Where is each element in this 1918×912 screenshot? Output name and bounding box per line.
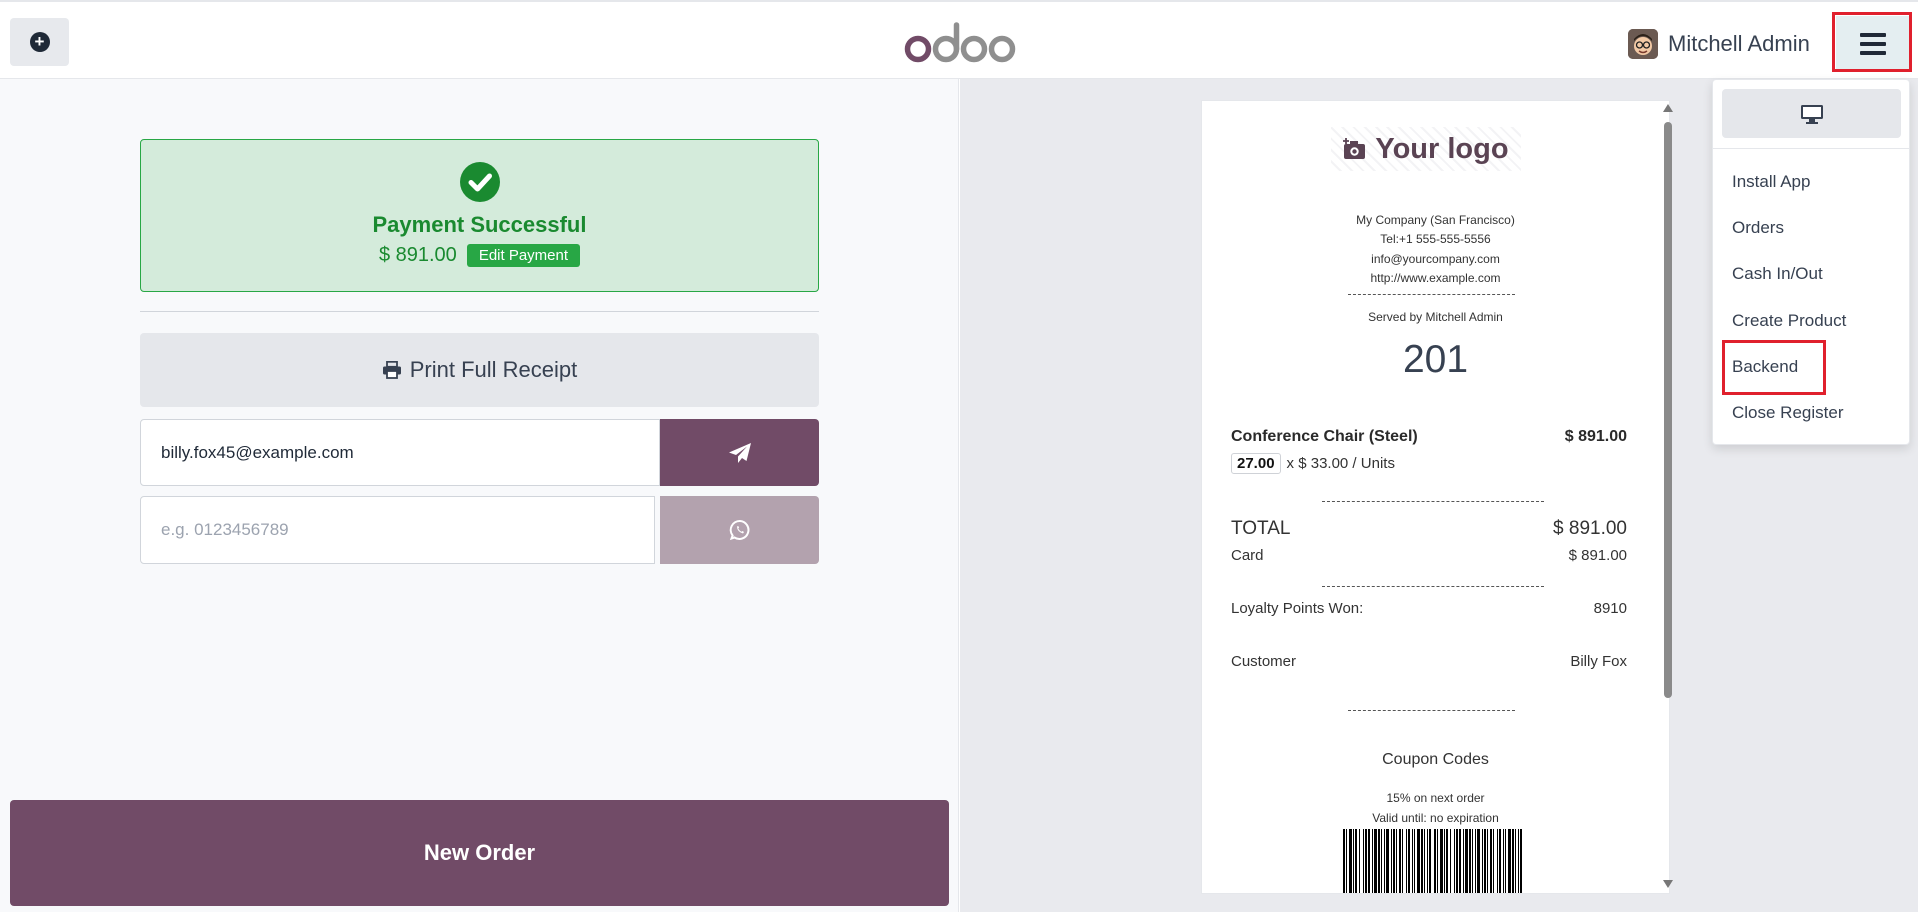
whatsapp-icon — [729, 519, 749, 541]
scroll-down-icon[interactable] — [1663, 880, 1673, 888]
whatsapp-send-button[interactable] — [660, 496, 819, 564]
user-name: Mitchell Admin — [1668, 31, 1810, 56]
camera-icon — [1343, 138, 1366, 159]
order-line-detail: 27.00 x $ 33.00 / Units — [1231, 453, 1627, 474]
coupon-validity: Valid until: no expiration — [1372, 811, 1499, 825]
ticket-number: 201 — [1402, 338, 1469, 381]
menu-item-close-register[interactable]: Close Register — [1732, 403, 1844, 423]
payment-value: $ 891.00 — [1568, 547, 1627, 564]
total-value: $ 891.00 — [1553, 518, 1627, 539]
paid-amount: $ 891.00 — [378, 244, 457, 266]
payment-row: Card $ 891.00 — [1231, 547, 1627, 564]
payment-success-card: Payment Successful $ 891.00 Edit Payment — [140, 139, 819, 292]
scroll-thumb[interactable] — [1664, 122, 1672, 698]
receipt-divider — [1322, 501, 1544, 502]
customer-display-button[interactable] — [1722, 89, 1901, 138]
print-receipt-button[interactable]: Print Full Receipt — [140, 333, 819, 407]
payment-method: Card — [1231, 547, 1264, 564]
send-email-button[interactable] — [660, 419, 819, 486]
coupon-description: 15% on next order — [1386, 791, 1485, 805]
menu-item-cash-in-out[interactable]: Cash In/Out — [1732, 264, 1823, 284]
avatar — [1628, 29, 1658, 59]
divider — [140, 311, 819, 312]
order-line: Conference Chair (Steel) $ 891.00 — [1231, 428, 1627, 446]
odoo-logo — [904, 22, 1016, 63]
menu-item-backend[interactable]: Backend — [1732, 357, 1798, 377]
loyalty-label: Loyalty Points Won: — [1231, 600, 1364, 617]
loyalty-row: Loyalty Points Won: 8910 — [1231, 600, 1627, 617]
main-menu-dropdown: Install App Orders Cash In/Out Create Pr… — [1712, 79, 1910, 445]
printer-icon — [382, 361, 401, 379]
line-unit-price: x $ 33.00 / Units — [1286, 455, 1395, 472]
receipt-divider — [1348, 710, 1515, 711]
customer-row: Customer Billy Fox — [1231, 653, 1627, 670]
receipt-divider — [1348, 294, 1515, 295]
new-order-button[interactable]: New Order — [10, 800, 949, 906]
customer-value: Billy Fox — [1570, 653, 1627, 670]
top-bar: + Mitchell Admin — [0, 0, 1918, 79]
paper-plane-icon — [728, 442, 751, 463]
total-row: TOTAL $ 891.00 — [1231, 518, 1627, 540]
phone-field[interactable]: e.g. 0123456789 — [140, 496, 655, 564]
menu-item-create-product[interactable]: Create Product — [1732, 311, 1846, 331]
line-price: $ 891.00 — [1564, 428, 1627, 445]
company-website: http://www.example.com — [1370, 271, 1501, 285]
loyalty-value: 8910 — [1593, 600, 1627, 617]
coupon-title: Coupon Codes — [1382, 751, 1489, 768]
print-receipt-label: Print Full Receipt — [409, 357, 578, 382]
edit-payment-button[interactable]: Edit Payment — [466, 244, 581, 267]
desktop-icon — [1800, 104, 1823, 124]
receipt-logo[interactable]: Your logo — [1331, 127, 1521, 171]
add-button[interactable]: + — [10, 18, 69, 66]
company-email: info@yourcompany.com — [1371, 252, 1500, 266]
line-quantity: 27.00 — [1231, 453, 1281, 474]
receipt-scrollbar[interactable] — [1661, 100, 1675, 896]
scroll-up-icon[interactable] — [1663, 104, 1673, 112]
menu-item-install-app[interactable]: Install App — [1732, 172, 1810, 192]
product-name: Conference Chair (Steel) — [1231, 428, 1418, 445]
menu-item-orders[interactable]: Orders — [1732, 218, 1784, 238]
coupon-barcode — [1343, 829, 1523, 893]
check-circle-icon — [460, 162, 500, 202]
company-phone: Tel:+1 555-555-5556 — [1380, 232, 1491, 246]
receipt-divider — [1322, 586, 1544, 587]
customer-label: Customer — [1231, 653, 1297, 670]
payment-screen: Payment Successful $ 891.00 Edit Payment… — [0, 79, 959, 912]
email-field[interactable]: billy.fox45@example.com — [140, 419, 660, 486]
receipt: Your logo My Company (San Francisco) Tel… — [1201, 100, 1670, 894]
menu-separator — [1713, 148, 1909, 149]
company-name: My Company (San Francisco) — [1356, 213, 1515, 227]
served-by: Served by Mitchell Admin — [1368, 310, 1503, 324]
total-label: TOTAL — [1231, 518, 1291, 539]
main-menu-button[interactable] — [1836, 16, 1910, 71]
hamburger-icon — [1860, 32, 1886, 55]
receipt-logo-text: Your logo — [1375, 132, 1509, 165]
payment-success-title: Payment Successful — [372, 212, 587, 237]
plus-circle-icon: + — [29, 32, 50, 52]
user-menu[interactable]: Mitchell Admin — [1628, 27, 1810, 61]
